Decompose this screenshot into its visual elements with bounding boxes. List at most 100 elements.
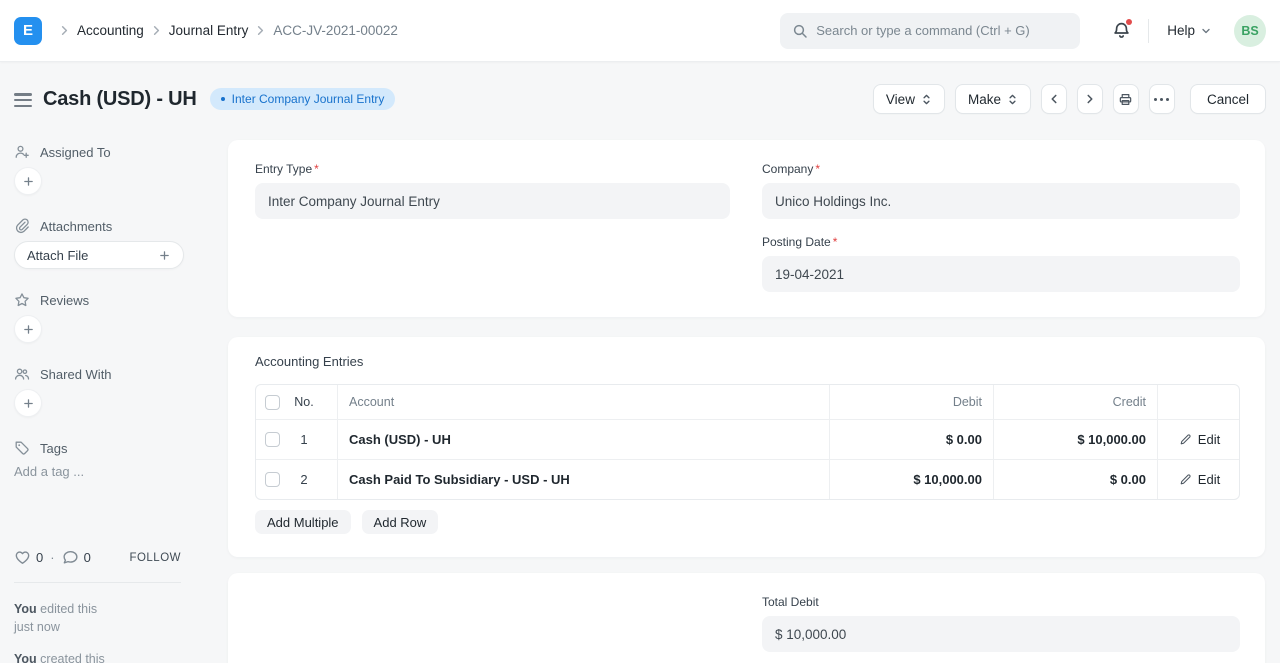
add-tag-input[interactable]: Add a tag ...: [14, 464, 181, 479]
accounting-entries-label: Accounting Entries: [255, 354, 364, 369]
row-debit[interactable]: $ 10,000.00: [829, 460, 993, 499]
edit-row-button[interactable]: Edit: [1179, 432, 1220, 447]
status-badge-label: Inter Company Journal Entry: [231, 92, 385, 106]
notification-dot: [1126, 19, 1133, 25]
table-row[interactable]: 1 Cash (USD) - UH $ 0.00 $ 10,000.00 Edi…: [256, 419, 1239, 459]
add-share-button[interactable]: [14, 389, 42, 417]
col-debit: Debit: [829, 385, 993, 419]
page-body: Cash (USD) - UH Inter Company Journal En…: [0, 62, 1280, 663]
tags-section: Tags: [14, 439, 181, 457]
activity-entry: You edited this just now: [14, 601, 181, 637]
posting-date-input[interactable]: 19-04-2021: [762, 256, 1240, 292]
plus-icon: [23, 176, 33, 186]
next-document-button[interactable]: [1076, 84, 1103, 114]
chevron-right-icon: [258, 26, 264, 35]
reviews-section: Reviews: [14, 291, 181, 309]
heart-icon[interactable]: [14, 549, 31, 566]
badge-dot-icon: [220, 97, 225, 101]
company-input[interactable]: Unico Holdings Inc.: [762, 183, 1240, 219]
total-debit-label: Total Debit: [762, 595, 819, 609]
breadcrumb: Accounting Journal Entry ACC-JV-2021-000…: [52, 23, 398, 38]
col-actions: [1157, 385, 1241, 419]
star-icon: [15, 293, 29, 307]
shared-with-section: Shared With: [14, 365, 181, 383]
more-options-button[interactable]: [1148, 84, 1175, 114]
edit-row-button[interactable]: Edit: [1179, 472, 1220, 487]
help-menu-button[interactable]: Help: [1167, 23, 1212, 38]
table-row[interactable]: 2 Cash Paid To Subsidiary - USD - UH $ 1…: [256, 459, 1239, 499]
posting-date-field: Posting Date * 19-04-2021: [762, 235, 1240, 292]
assigned-to-section: Assigned To: [14, 143, 181, 161]
chevron-down-icon: [1202, 28, 1210, 33]
paperclip-icon: [15, 218, 29, 234]
cancel-button[interactable]: Cancel: [1189, 84, 1266, 114]
details-right-column: Company * Unico Holdings Inc. Posting Dat…: [762, 162, 1240, 292]
app-logo-letter: E: [22, 22, 33, 39]
row-checkbox[interactable]: [265, 432, 280, 447]
printer-icon: [1120, 93, 1132, 105]
total-debit-field: Total Debit $ 10,000.00: [762, 595, 1240, 652]
col-credit: Credit: [993, 385, 1157, 419]
accounting-entries-card: Accounting Entries No. Account Debit Cre…: [228, 337, 1265, 557]
print-button[interactable]: [1112, 84, 1139, 114]
add-assignment-button[interactable]: [14, 167, 42, 195]
row-checkbox[interactable]: [265, 472, 280, 487]
comment-count: 0: [83, 550, 91, 565]
grid-header-row: No. Account Debit Credit: [256, 385, 1239, 419]
sidebar-divider: [14, 582, 181, 583]
follow-button[interactable]: FOLLOW: [129, 552, 181, 564]
previous-document-button[interactable]: [1040, 84, 1067, 114]
row-account[interactable]: Cash Paid To Subsidiary - USD - UH: [337, 460, 829, 499]
activity-actor: You: [14, 651, 37, 663]
details-left-column: Entry Type * Inter Company Journal Entry: [255, 162, 730, 219]
entry-type-field: Entry Type * Inter Company Journal Entry: [255, 162, 730, 219]
breadcrumb-journal-entry[interactable]: Journal Entry: [169, 23, 249, 38]
menu-icon: [14, 93, 32, 96]
posting-date-label: Posting Date: [762, 235, 831, 249]
document-sidebar: Assigned To Attachments Attach File Revi…: [14, 143, 184, 663]
add-multiple-button[interactable]: Add Multiple: [255, 510, 351, 534]
user-avatar[interactable]: BS: [1234, 14, 1266, 47]
attachments-label: Attachments: [40, 218, 113, 234]
entry-type-input[interactable]: Inter Company Journal Entry: [255, 183, 730, 219]
search-input[interactable]: [780, 12, 1081, 49]
chevron-left-icon: [1051, 94, 1057, 104]
reviews-label: Reviews: [40, 292, 90, 308]
comment-icon[interactable]: [62, 549, 79, 566]
make-dropdown-button[interactable]: Make: [954, 84, 1031, 114]
add-review-button[interactable]: [14, 315, 42, 343]
shared-with-label: Shared With: [40, 366, 112, 382]
count-separator: ·: [50, 550, 55, 565]
row-credit[interactable]: $ 10,000.00: [993, 420, 1157, 459]
select-all-checkbox[interactable]: [265, 394, 280, 410]
breadcrumb-current-document: ACC-JV-2021-00022: [273, 23, 398, 38]
tag-icon: [15, 441, 29, 455]
assigned-to-label: Assigned To: [40, 144, 111, 160]
top-navbar: E Accounting Journal Entry ACC-JV-2021-0…: [0, 0, 1280, 62]
pencil-icon: [1180, 474, 1191, 485]
view-dropdown-button[interactable]: View: [872, 84, 945, 114]
plus-icon: [23, 398, 33, 408]
plus-icon: [23, 324, 33, 334]
app-logo[interactable]: E: [14, 16, 42, 45]
sidebar-toggle-button[interactable]: [14, 92, 34, 108]
social-row: 0 · 0 FOLLOW: [14, 549, 181, 566]
required-marker: *: [314, 162, 319, 176]
sort-chevrons-icon: [1009, 94, 1016, 104]
breadcrumb-accounting[interactable]: Accounting: [77, 23, 144, 38]
row-credit[interactable]: $ 0.00: [993, 460, 1157, 499]
row-debit[interactable]: $ 0.00: [829, 420, 993, 459]
company-field: Company * Unico Holdings Inc.: [762, 162, 1240, 219]
global-search[interactable]: [780, 12, 1081, 49]
notifications-button[interactable]: [1112, 19, 1133, 40]
add-row-button[interactable]: Add Row: [361, 510, 439, 534]
entry-type-label: Entry Type: [255, 162, 313, 176]
search-icon: [794, 24, 807, 38]
attach-file-button[interactable]: Attach File: [14, 241, 184, 269]
activity-action: edited this: [40, 602, 98, 616]
row-number: 1: [300, 432, 308, 447]
attach-file-label: Attach File: [27, 247, 89, 263]
like-count: 0: [36, 550, 44, 565]
row-account[interactable]: Cash (USD) - UH: [337, 420, 829, 459]
required-marker: *: [815, 162, 821, 176]
